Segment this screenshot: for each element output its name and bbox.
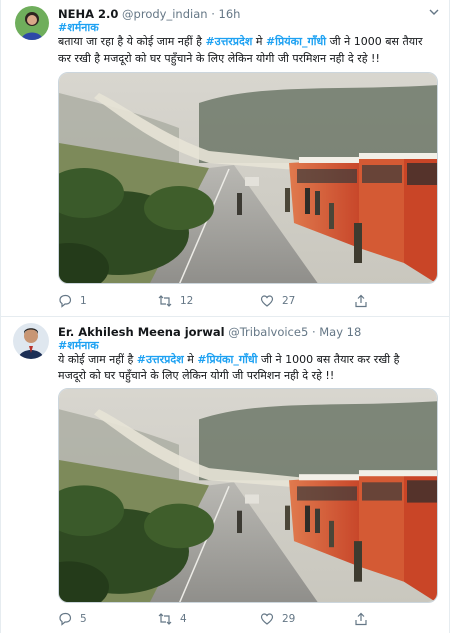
reply-icon	[59, 294, 72, 308]
share-button[interactable]	[354, 611, 376, 627]
retweet-icon	[158, 295, 172, 307]
reply-button[interactable]: 5	[58, 611, 87, 627]
text-segment: जी ने 1000 बस तैयार	[326, 35, 423, 48]
hashtag-link[interactable]: #शर्मनाक	[58, 20, 99, 35]
tweet-text-line: मजदूरो को घर पहुँचाने के लिए लेकिन योगी …	[58, 369, 335, 382]
like-count: 27	[282, 295, 296, 307]
retweet-icon	[158, 613, 172, 625]
timestamp[interactable]: 16h	[219, 7, 241, 21]
reply-count: 5	[80, 613, 87, 625]
hashtag-link[interactable]: #प्रियंका_गाँधी	[266, 35, 326, 48]
tweet[interactable]: NEHA 2.0 @prody_indian · 16h #शर्मनाक बत…	[1, 0, 450, 317]
share-icon	[355, 294, 367, 308]
separator: ·	[311, 325, 316, 339]
share-button[interactable]	[354, 293, 376, 309]
timeline: NEHA 2.0 @prody_indian · 16h #शर्मनाक बत…	[0, 0, 450, 633]
reply-button[interactable]: 1	[58, 293, 87, 309]
hashtag-link[interactable]: #शर्मनाक	[58, 338, 99, 353]
text-segment: जी ने 1000 बस तैयार कर रखी है	[257, 353, 400, 366]
user-handle[interactable]: @prody_indian	[122, 7, 207, 21]
like-count: 29	[282, 613, 296, 625]
like-icon	[260, 295, 274, 307]
text-segment: मे	[183, 353, 198, 366]
tweet-photo[interactable]	[58, 72, 438, 284]
reply-icon	[59, 612, 72, 626]
tweet-text-line: ये कोई जाम नहीं है #उत्तरप्रदेश मे #प्रि…	[58, 352, 439, 368]
hashtag-link[interactable]: #प्रियंका_गाँधी	[197, 353, 257, 366]
separator: ·	[211, 7, 215, 21]
tweet-text-line: कर रखी है मजदूरो को घर पहुँचाने के लिए ल…	[58, 52, 380, 65]
reply-count: 1	[80, 295, 87, 307]
retweet-count: 12	[180, 295, 194, 307]
tweet-header: Er. Akhilesh Meena jorwal @Tribalvoice5 …	[58, 324, 441, 340]
retweet-count: 4	[180, 613, 187, 625]
like-button[interactable]: 29	[260, 611, 295, 627]
like-icon	[260, 613, 274, 625]
like-button[interactable]: 27	[260, 293, 295, 309]
chevron-down-icon[interactable]	[429, 8, 439, 16]
share-icon	[355, 612, 367, 626]
text-segment: बताया जा रहा है ये कोई जाम नहीं है	[58, 35, 206, 48]
display-name[interactable]: Er. Akhilesh Meena jorwal	[58, 325, 225, 339]
tweet[interactable]: Er. Akhilesh Meena jorwal @Tribalvoice5 …	[1, 317, 450, 633]
timestamp[interactable]: May 18	[319, 325, 361, 339]
hashtag-link[interactable]: #उत्तरप्रदेश	[205, 35, 252, 48]
retweet-button[interactable]: 4	[158, 611, 187, 627]
retweet-button[interactable]: 12	[158, 293, 193, 309]
tweet-actions: 5 4 29	[58, 611, 388, 627]
display-name[interactable]: NEHA 2.0	[58, 7, 118, 21]
text-segment: ये कोई जाम नहीं है	[58, 353, 137, 366]
avatar[interactable]	[13, 323, 49, 359]
tweet-text-line: बताया जा रहा है ये कोई जाम नहीं है #उत्त…	[58, 34, 439, 50]
tweet-photo[interactable]	[58, 388, 438, 603]
tweet-header: NEHA 2.0 @prody_indian · 16h	[58, 6, 441, 22]
tweet-actions: 1 12 27	[58, 293, 388, 309]
hashtag-link[interactable]: #उत्तरप्रदेश	[137, 353, 184, 366]
text-segment: मे	[252, 35, 266, 48]
user-handle[interactable]: @Tribalvoice5	[228, 325, 308, 339]
avatar[interactable]	[15, 6, 49, 40]
